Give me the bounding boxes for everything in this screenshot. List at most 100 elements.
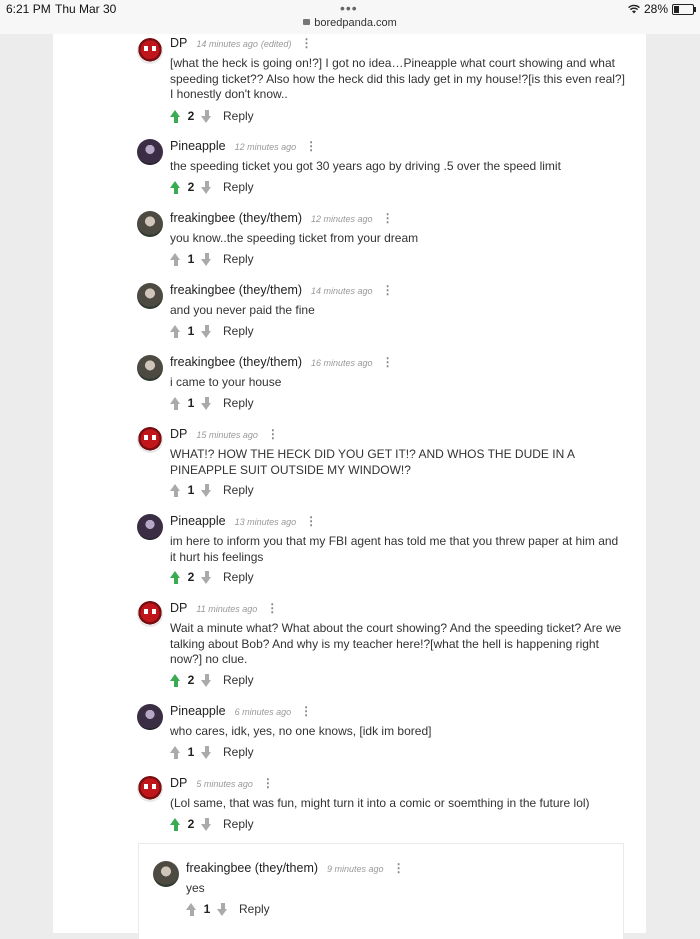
arrow-up-icon[interactable] [170,252,181,266]
vertical-ellipsis-icon[interactable]: ⋮ [300,704,312,718]
comment-author[interactable]: Pineapple [170,704,226,718]
arrow-down-icon[interactable] [201,252,212,266]
vertical-ellipsis-icon[interactable]: ⋮ [267,427,279,441]
comment-author[interactable]: Pineapple [170,139,226,153]
arrow-up-icon[interactable] [170,109,181,123]
vertical-ellipsis-icon[interactable]: ⋮ [382,283,394,297]
avatar[interactable] [137,355,163,381]
comment-actions: 2 Reply [170,570,254,584]
comment-author[interactable]: DP [170,427,187,441]
comment-actions: 2 Reply [170,109,254,123]
avatar[interactable] [137,601,163,627]
arrow-up-icon[interactable] [170,483,181,497]
avatar[interactable] [137,776,163,802]
vote-count: 1 [187,396,195,410]
comment-author[interactable]: freakingbee (they/them) [170,355,302,369]
avatar[interactable] [137,283,163,309]
comment-time: 5 minutes ago [196,779,253,789]
multitasking-dots-icon[interactable]: ••• [340,0,358,16]
status-date: Thu Mar 30 [55,2,117,16]
comment-author[interactable]: Pineapple [170,514,226,528]
reply-button[interactable]: Reply [223,483,254,497]
url-text: boredpanda.com [314,17,397,29]
comment-text: yes [186,881,205,895]
arrow-down-icon[interactable] [201,324,212,338]
arrow-down-icon[interactable] [201,570,212,584]
reply-button[interactable]: Reply [223,252,254,266]
status-time: 6:21 PM [6,2,51,16]
vertical-ellipsis-icon[interactable]: ⋮ [262,776,274,790]
reply-button[interactable]: Reply [223,396,254,410]
comment-actions: 1 Reply [170,745,254,759]
comment-author[interactable]: DP [170,601,187,615]
comment-text: Wait a minute what? What about the court… [170,621,622,666]
arrow-up-icon[interactable] [170,396,181,410]
reply-button[interactable]: Reply [223,109,254,123]
reply-button[interactable]: Reply [223,745,254,759]
comment-text: [what the heck is going on!?] I got no i… [170,56,625,101]
vertical-ellipsis-icon[interactable]: ⋮ [305,514,317,528]
avatar[interactable] [153,861,179,887]
arrow-down-icon[interactable] [201,817,212,831]
comment-time: 12 minutes ago [311,214,373,224]
arrow-up-icon[interactable] [170,817,181,831]
reply-button[interactable]: Reply [223,817,254,831]
comment-time: 9 minutes ago [327,864,384,874]
vertical-ellipsis-icon[interactable]: ⋮ [382,355,394,369]
arrow-up-icon[interactable] [170,745,181,759]
arrow-up-icon[interactable] [186,902,197,916]
vote-count: 2 [187,109,195,123]
arrow-down-icon[interactable] [201,745,212,759]
comment-text: WHAT!? HOW THE HECK DID YOU GET IT!? AND… [170,447,575,477]
comment-actions: 1 Reply [186,902,270,916]
vertical-ellipsis-icon[interactable]: ⋮ [300,36,312,50]
address-bar[interactable]: boredpanda.com [0,17,700,29]
avatar[interactable] [137,427,163,453]
reply-button[interactable]: Reply [223,673,254,687]
arrow-up-icon[interactable] [170,570,181,584]
comment-text: (Lol same, that was fun, might turn it i… [170,796,590,810]
comment-author[interactable]: freakingbee (they/them) [186,861,318,875]
arrow-down-icon[interactable] [217,902,228,916]
comment-author[interactable]: freakingbee (they/them) [170,283,302,297]
vote-count: 2 [187,817,195,831]
comment-time: 13 minutes ago [234,517,297,527]
avatar[interactable] [137,704,163,730]
vote-count: 1 [187,745,195,759]
reply-button[interactable]: Reply [223,324,254,338]
vote-count: 1 [187,483,195,497]
comment-text: and you never paid the fine [170,303,315,317]
avatar[interactable] [137,211,163,237]
comment-time: 12 minutes ago [234,142,297,152]
edited-label: (edited) [260,39,292,49]
arrow-down-icon[interactable] [201,673,212,687]
comment-time: 11 minutes ago [196,604,258,614]
arrow-down-icon[interactable] [201,396,212,410]
arrow-down-icon[interactable] [201,483,212,497]
reply-button[interactable]: Reply [223,570,254,584]
comment-author[interactable]: DP [170,776,187,790]
comment-time: 14 minutes ago [311,286,373,296]
comment-text: who cares, idk, yes, no one knows, [idk … [170,724,432,738]
arrow-down-icon[interactable] [201,109,212,123]
arrow-up-icon[interactable] [170,180,181,194]
vertical-ellipsis-icon[interactable]: ⋮ [382,211,394,225]
comment-author[interactable]: DP [170,36,187,50]
vertical-ellipsis-icon[interactable]: ⋮ [266,601,278,615]
comment-author[interactable]: freakingbee (they/them) [170,211,302,225]
vertical-ellipsis-icon[interactable]: ⋮ [305,139,317,153]
arrow-up-icon[interactable] [170,673,181,687]
arrow-down-icon[interactable] [201,180,212,194]
reply-button[interactable]: Reply [239,902,270,916]
vote-count: 2 [187,180,195,194]
vote-count: 1 [203,902,211,916]
avatar[interactable] [137,139,163,165]
wifi-icon [628,4,640,14]
avatar[interactable] [137,514,163,540]
comment-actions: 1 Reply [170,324,254,338]
comment-actions: 2 Reply [170,180,254,194]
arrow-up-icon[interactable] [170,324,181,338]
reply-button[interactable]: Reply [223,180,254,194]
avatar[interactable] [137,38,163,64]
vertical-ellipsis-icon[interactable]: ⋮ [393,861,405,875]
